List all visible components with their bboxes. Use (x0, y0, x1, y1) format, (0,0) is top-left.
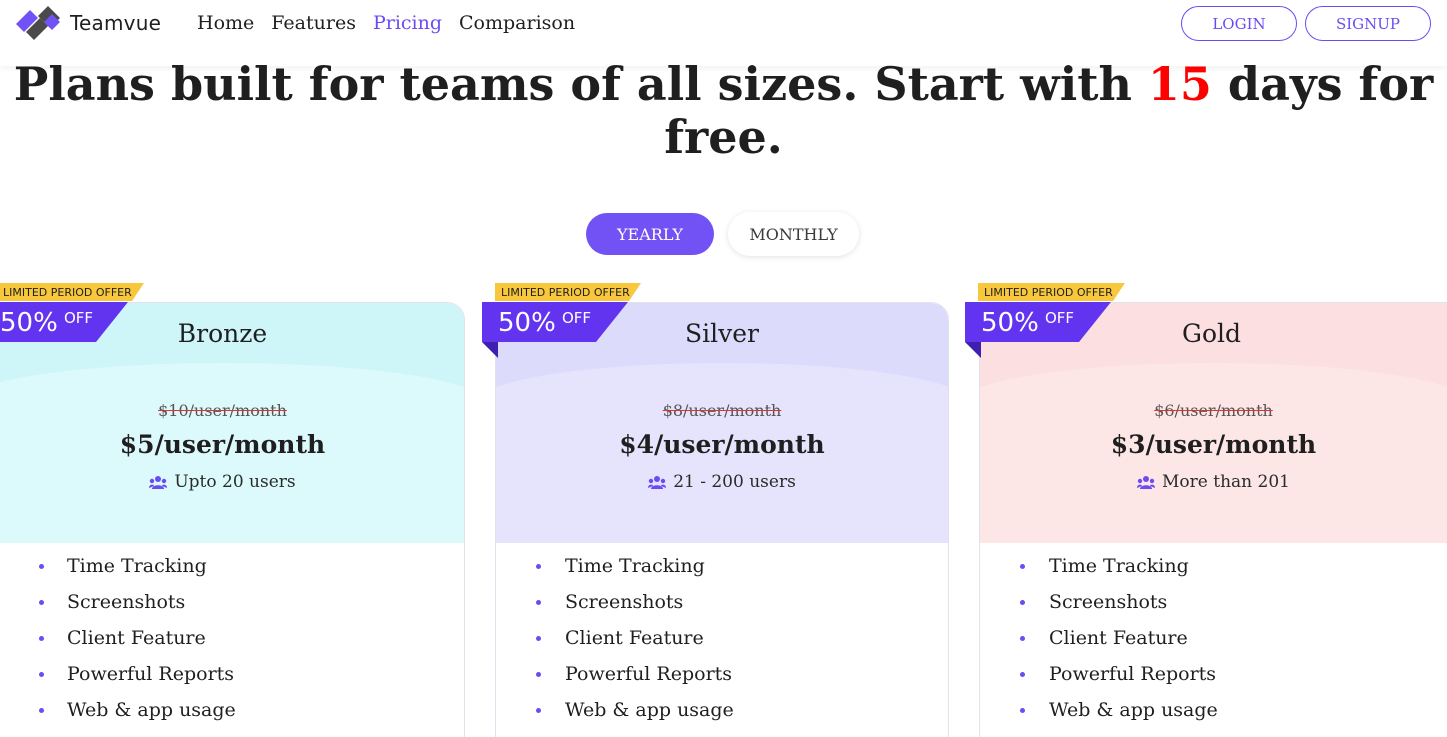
feature-text: Time Tracking (565, 555, 705, 577)
feature-item: Powerful Reports (980, 663, 1447, 699)
plan-price: $5/user/month (119, 430, 326, 459)
discount-badge: 50% OFF (965, 302, 1111, 358)
plan-users-text: More than 201 (1162, 472, 1290, 492)
plan-old-price: $10/user/month (158, 401, 287, 420)
bullet-icon (1020, 708, 1025, 713)
feature-item: Time Tracking (496, 555, 948, 591)
feature-item: Time Tracking (980, 555, 1447, 591)
plan-card-silver: Silver $8/user/month $4/user/month 21 - … (495, 302, 949, 737)
bullet-icon (536, 636, 541, 641)
feature-item: Screenshots (0, 591, 464, 627)
discount-percent: 50% (0, 308, 58, 338)
bullet-icon (536, 708, 541, 713)
feature-text: Powerful Reports (67, 663, 235, 685)
feature-text: Time Tracking (67, 555, 207, 577)
plan-feature-list: Time Tracking Screenshots Client Feature… (496, 555, 948, 735)
feature-text: Web & app usage (67, 699, 236, 721)
nav-features[interactable]: Features (271, 12, 356, 34)
plan-users: 21 - 200 users (496, 472, 948, 492)
login-button[interactable]: LOGIN (1181, 6, 1297, 41)
limited-offer-ribbon: LIMITED PERIOD OFFER (501, 285, 630, 299)
feature-text: Client Feature (565, 627, 704, 649)
feature-text: Powerful Reports (565, 663, 733, 685)
feature-item: Screenshots (496, 591, 948, 627)
limited-offer-ribbon: LIMITED PERIOD OFFER (984, 285, 1113, 299)
plan-users: Upto 20 users (0, 472, 464, 492)
plan-users: More than 201 (980, 472, 1447, 492)
bullet-icon (1020, 564, 1025, 569)
plan-feature-list: Time Tracking Screenshots Client Feature… (980, 555, 1447, 735)
bullet-icon (39, 600, 44, 605)
bullet-icon (536, 564, 541, 569)
signup-button[interactable]: SIGNUP (1305, 6, 1431, 41)
feature-text: Screenshots (1049, 591, 1168, 613)
plan-feature-list: Time Tracking Screenshots Client Feature… (0, 555, 464, 735)
discount-badge: 50% OFF (482, 302, 628, 358)
bullet-icon (536, 672, 541, 677)
plan-old-price: $8/user/month (662, 401, 782, 420)
limited-offer-ribbon: LIMITED PERIOD OFFER (3, 285, 132, 299)
feature-item: Time Tracking (0, 555, 464, 591)
plan-card-bronze: Bronze $10/user/month $5/user/month Upto… (0, 302, 465, 737)
brand-name[interactable]: Teamvue (70, 11, 161, 35)
feature-item: Powerful Reports (496, 663, 948, 699)
main-nav: Home Features Pricing Comparison (197, 12, 592, 34)
bullet-icon (39, 708, 44, 713)
discount-percent: 50% (981, 308, 1039, 338)
feature-text: Web & app usage (1049, 699, 1218, 721)
plan-price: $4/user/month (619, 430, 825, 459)
users-group-icon (149, 476, 168, 489)
nav-comparison[interactable]: Comparison (459, 12, 575, 34)
discount-suffix: OFF (64, 309, 94, 327)
feature-item: Client Feature (496, 627, 948, 663)
bullet-icon (1020, 600, 1025, 605)
plan-old-price: $6/user/month (1154, 401, 1273, 420)
feature-text: Screenshots (67, 591, 186, 613)
feature-text: Powerful Reports (1049, 663, 1217, 685)
headline-text: Plans built for teams of all sizes. Star… (13, 57, 1148, 111)
discount-percent: 50% (498, 308, 556, 338)
plan-card-gold: Gold $6/user/month $3/user/month More th… (979, 302, 1447, 737)
feature-text: Screenshots (565, 591, 684, 613)
bullet-icon (39, 564, 44, 569)
feature-item: Web & app usage (496, 699, 948, 735)
feature-text: Web & app usage (565, 699, 734, 721)
plan-users-text: 21 - 200 users (673, 472, 796, 492)
feature-item: Powerful Reports (0, 663, 464, 699)
feature-item: Web & app usage (0, 699, 464, 735)
nav-home[interactable]: Home (197, 12, 254, 34)
plan-users-text: Upto 20 users (174, 472, 296, 492)
monthly-toggle-button[interactable]: MONTHLY (728, 212, 859, 256)
feature-text: Time Tracking (1049, 555, 1189, 577)
feature-item: Client Feature (0, 627, 464, 663)
plan-price: $3/user/month (1110, 430, 1317, 459)
bullet-icon (1020, 672, 1025, 677)
discount-suffix: OFF (562, 309, 592, 327)
teamvue-logo-icon[interactable] (14, 6, 62, 42)
feature-text: Client Feature (67, 627, 206, 649)
nav-pricing[interactable]: Pricing (373, 12, 442, 34)
page-headline: Plans built for teams of all sizes. Star… (0, 58, 1447, 164)
feature-text: Client Feature (1049, 627, 1188, 649)
headline-highlight: 15 (1147, 57, 1212, 111)
users-group-icon (1137, 476, 1156, 489)
bullet-icon (536, 600, 541, 605)
bullet-icon (39, 636, 44, 641)
discount-badge: 50% OFF (0, 302, 128, 342)
users-group-icon (648, 476, 667, 489)
yearly-toggle-button[interactable]: YEARLY (586, 213, 714, 255)
discount-suffix: OFF (1045, 309, 1075, 327)
feature-item: Web & app usage (980, 699, 1447, 735)
feature-item: Client Feature (980, 627, 1447, 663)
bullet-icon (39, 672, 44, 677)
bullet-icon (1020, 636, 1025, 641)
feature-item: Screenshots (980, 591, 1447, 627)
